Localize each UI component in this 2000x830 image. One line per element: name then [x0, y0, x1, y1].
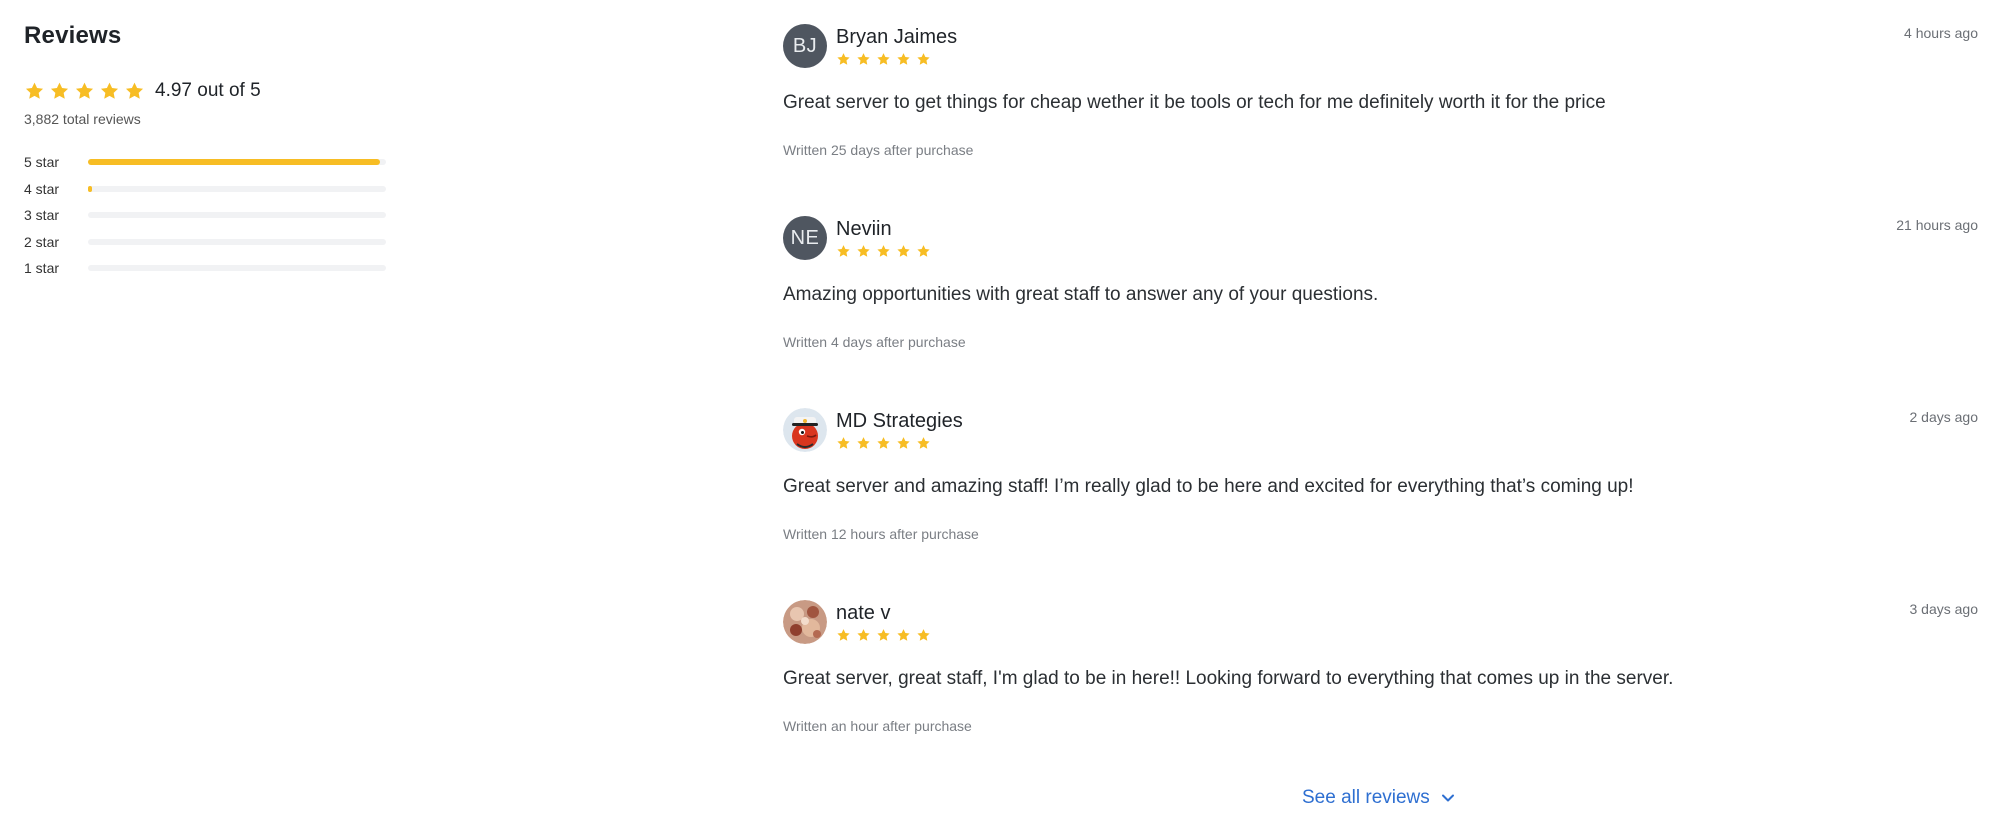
written-after-purchase: Written an hour after purchase	[783, 718, 972, 734]
see-all-reviews-button[interactable]: See all reviews	[1302, 787, 1456, 809]
review-stars	[836, 628, 931, 643]
distribution-label: 1 star	[24, 260, 60, 277]
distribution-row: 2 star	[24, 229, 394, 256]
review-stars	[836, 244, 931, 259]
star-icon	[25, 82, 44, 99]
distribution-bar	[88, 185, 386, 192]
review-time: 2 days ago	[1909, 409, 1979, 425]
chevron-down-icon	[1441, 794, 1454, 802]
distribution-bar	[88, 159, 386, 166]
reviews-summary: Reviews 4.97 out of 5 3,882 total review…	[24, 22, 394, 282]
distribution-label: 3 star	[24, 207, 60, 224]
distribution-row: 4 star	[24, 176, 394, 203]
distribution-bar	[88, 212, 386, 219]
avatar-initials: BJ	[792, 34, 818, 57]
avatar: BJ	[783, 24, 827, 68]
review-item: BJ Bryan Jaimes 4 hours ago Great server…	[783, 24, 1978, 216]
star-icon	[837, 245, 850, 257]
reviews-page: Reviews 4.97 out of 5 3,882 total review…	[0, 0, 2000, 830]
distribution-row: 5 star	[24, 149, 394, 176]
distribution-bar	[88, 265, 386, 272]
star-icon	[857, 437, 870, 449]
reviews-title: Reviews	[24, 22, 122, 49]
distribution-label: 2 star	[24, 233, 60, 250]
star-icon	[917, 437, 930, 449]
reviewer-name: Bryan Jaimes	[836, 26, 958, 48]
star-icon	[857, 629, 870, 641]
review-item: MD Strategies 2 days ago Great server an…	[783, 408, 1978, 600]
reviewer-name: MD Strategies	[836, 410, 963, 432]
written-after-purchase: Written 12 hours after purchase	[783, 526, 979, 542]
overall-rating: 4.97 out of 5	[24, 80, 394, 102]
star-icon	[75, 82, 94, 99]
star-icon	[857, 53, 870, 65]
reviewer-name: nate v	[836, 602, 891, 624]
star-icon	[897, 245, 910, 257]
review-stars	[836, 436, 931, 451]
star-icon	[877, 245, 890, 257]
star-icon	[125, 82, 144, 99]
review-text: Amazing opportunities with great staff t…	[783, 284, 1379, 305]
star-icon	[837, 53, 850, 65]
distribution-row: 1 star	[24, 255, 394, 282]
written-after-purchase: Written 25 days after purchase	[783, 142, 974, 158]
see-all-reviews-label: See all reviews	[1302, 787, 1430, 808]
distribution-bar-fill	[88, 159, 381, 166]
distribution-bar	[88, 238, 386, 245]
written-after-purchase: Written 4 days after purchase	[783, 334, 966, 350]
star-icon	[917, 629, 930, 641]
star-icon	[877, 629, 890, 641]
star-icon	[100, 82, 119, 99]
star-icon	[837, 629, 850, 641]
star-icon	[837, 437, 850, 449]
review-item: nate v 3 days ago Great server, great st…	[783, 600, 1978, 792]
star-icon	[917, 53, 930, 65]
rating-distribution: 5 star 4 star 3 star 2 star 1 star	[24, 149, 394, 282]
distribution-row: 3 star	[24, 202, 394, 229]
reviewer-name: Neviin	[836, 218, 892, 240]
avatar-initials: NE	[790, 226, 820, 249]
distribution-label: 5 star	[24, 154, 60, 171]
star-icon	[897, 437, 910, 449]
review-text: Great server, great staff, I'm glad to b…	[783, 668, 1674, 689]
distribution-bar-fill	[88, 185, 92, 192]
photo-avatar-icon	[783, 600, 827, 644]
total-reviews: 3,882 total reviews	[24, 111, 141, 127]
review-time: 21 hours ago	[1896, 217, 1978, 233]
avatar: NE	[783, 216, 827, 260]
overall-score: 4.97 out of 5	[155, 80, 261, 101]
star-icon	[897, 53, 910, 65]
star-icon	[877, 53, 890, 65]
review-stars	[836, 52, 931, 67]
star-icon	[50, 82, 69, 99]
review-item: NE Neviin 21 hours ago Amazing opportuni…	[783, 216, 1978, 408]
overall-stars	[24, 81, 145, 102]
review-time: 4 hours ago	[1904, 25, 1978, 41]
star-icon	[917, 245, 930, 257]
reviews-list: BJ Bryan Jaimes 4 hours ago Great server…	[783, 24, 1978, 792]
star-icon	[877, 437, 890, 449]
star-icon	[857, 245, 870, 257]
review-time: 3 days ago	[1909, 601, 1979, 617]
star-icon	[897, 629, 910, 641]
cartoon-captain-avatar-icon	[783, 408, 827, 452]
review-text: Great server to get things for cheap wet…	[783, 92, 1606, 113]
distribution-label: 4 star	[24, 180, 60, 197]
review-text: Great server and amazing staff! I’m real…	[783, 476, 1634, 497]
